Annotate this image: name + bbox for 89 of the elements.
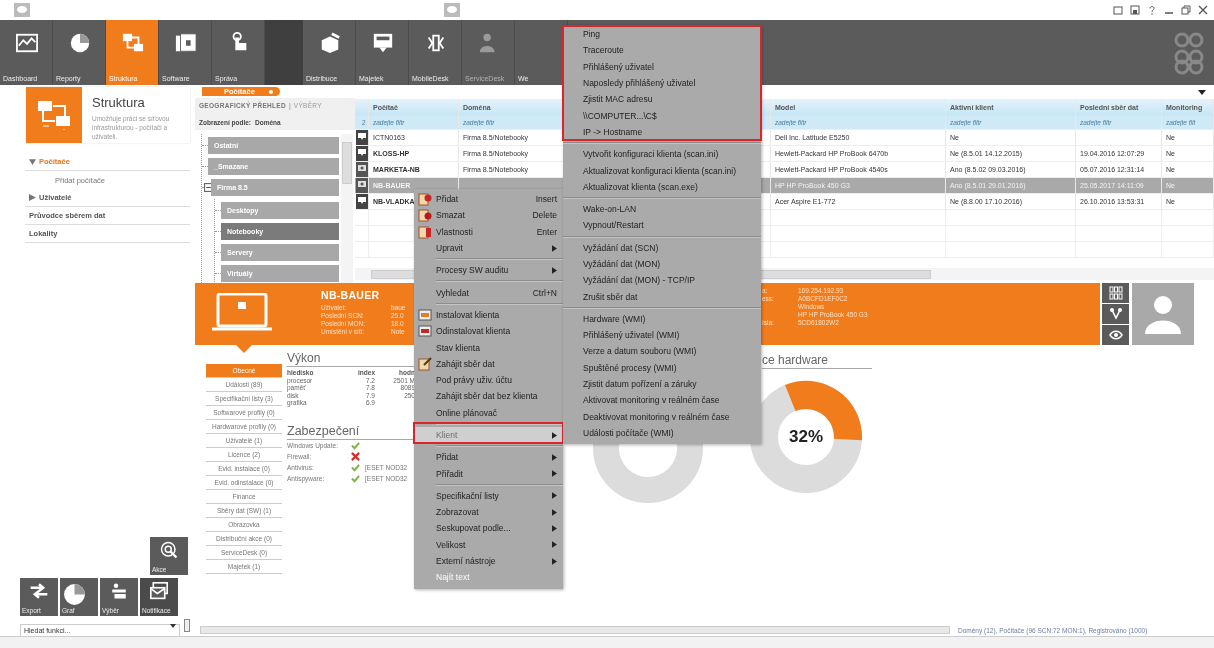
- help-icon[interactable]: [1147, 5, 1157, 15]
- computer-name: NB-BAUER: [321, 289, 381, 301]
- monitor-icon: [356, 194, 368, 209]
- menu-item[interactable]: Vyžádání dat (MON): [563, 255, 761, 273]
- menu-item[interactable]: Aktualizovat klienta (scan.exe): [563, 178, 761, 195]
- window-icon[interactable]: [1113, 5, 1123, 15]
- collapsed-caret-icon: [29, 194, 36, 201]
- caret-icon: [552, 525, 557, 532]
- menu-item[interactable]: Zjistit MAC adresu: [563, 91, 761, 108]
- eye-icon: [1108, 328, 1123, 342]
- line-chart-icon: [15, 32, 38, 54]
- monitor-icon: [356, 130, 368, 145]
- add-document-icon: [418, 192, 432, 207]
- pie-chart-icon: [68, 32, 91, 54]
- monitor-eye-icon: [356, 162, 368, 177]
- eye-button[interactable]: [1102, 325, 1129, 345]
- menu-item[interactable]: Deaktivovat monitoring v reálném čase: [563, 408, 761, 425]
- menu-item[interactable]: Vyžádání dat (SCN): [563, 239, 761, 256]
- menu-item[interactable]: Vypnout/Restart: [563, 217, 761, 234]
- menu-item[interactable]: Pod právy uživ. účtu: [414, 371, 563, 389]
- delete-document-icon: [418, 208, 432, 223]
- monitor-eye-icon: [356, 178, 368, 193]
- menu-item[interactable]: Vyhledat Ctrl+N: [414, 284, 563, 301]
- chart-value: 32%: [789, 427, 823, 447]
- menu-item[interactable]: Seskupovat podle...: [414, 520, 563, 537]
- toolbar-gap: [265, 20, 303, 85]
- menu-item[interactable]: Externí nástroje: [414, 552, 563, 570]
- menu-item[interactable]: Spuštěné procesy (WMI): [563, 359, 761, 376]
- restore-icon[interactable]: [1181, 5, 1191, 15]
- menu-item[interactable]: Smazat Delete: [414, 207, 563, 224]
- module-title: Struktura: [92, 95, 146, 110]
- menu-item[interactable]: Velikost: [414, 536, 563, 553]
- avatar-placeholder: [1132, 283, 1194, 345]
- expanded-caret-icon: [29, 158, 36, 165]
- menu-item[interactable]: Zjistit datum pořízení a záruky: [563, 375, 761, 393]
- monitor-icon: [371, 32, 394, 54]
- menu-item[interactable]: Specifikační listy: [414, 487, 563, 505]
- menu-item[interactable]: Procesy SW auditu: [414, 262, 563, 279]
- network-icon: [121, 32, 144, 54]
- folder-icon: [174, 32, 197, 54]
- menu-item[interactable]: Vytvořit konfiguraci klienta (scan.ini): [563, 146, 761, 163]
- splitter-handle[interactable]: [184, 619, 190, 632]
- menu-item[interactable]: Vlastnosti Enter: [414, 223, 563, 240]
- properties-document-icon: [418, 224, 432, 239]
- collect-data-icon: [418, 356, 432, 371]
- caret-icon: [552, 470, 557, 478]
- menu-item[interactable]: Online plánovač: [414, 404, 563, 421]
- dropdown-caret-icon[interactable]: [170, 624, 176, 628]
- menu-item[interactable]: Zrušit sběr dat: [563, 288, 761, 305]
- close-icon[interactable]: [1198, 5, 1208, 15]
- network-button[interactable]: [1102, 304, 1129, 324]
- caret-icon: [552, 453, 557, 461]
- menu-item[interactable]: Verze a datum souboru (WMI): [563, 343, 761, 360]
- dropdown-caret-icon[interactable]: [1198, 90, 1206, 95]
- network-icon: [1108, 307, 1123, 321]
- monitor-icon: [356, 146, 368, 161]
- menu-item[interactable]: Vyžádání dat (MON) - TCP/IP: [563, 272, 761, 289]
- menu-item[interactable]: Přidat Insert: [414, 191, 563, 208]
- pie-chart-icon: [62, 582, 87, 607]
- menu-item[interactable]: Upravit: [414, 239, 563, 257]
- stack-icon: [109, 582, 129, 600]
- menu-item[interactable]: Události počítače (WMI): [563, 424, 761, 442]
- menu-item[interactable]: Instalovat klienta: [414, 306, 563, 324]
- caret-icon: [552, 431, 557, 439]
- mail-icon: [149, 582, 169, 600]
- menu-item[interactable]: Přihlášený uživatel (WMI): [563, 327, 761, 344]
- menu-item[interactable]: Přiřadit: [414, 465, 563, 482]
- grid-button[interactable]: [1102, 283, 1129, 303]
- target-icon: [159, 541, 179, 559]
- menu-item[interactable]: Odinstalovat klienta: [414, 323, 563, 340]
- uninstall-icon: [418, 324, 432, 339]
- install-icon: [418, 307, 432, 322]
- menu-item[interactable]: Zahájit sběr dat bez klienta: [414, 388, 563, 405]
- menu-item[interactable]: Zobrazovat: [414, 504, 563, 521]
- caret-icon: [552, 244, 557, 252]
- scrollbar[interactable]: [200, 626, 950, 634]
- section-heading: ce hardware: [762, 353, 872, 369]
- save-icon[interactable]: [1130, 5, 1140, 15]
- scrollbar[interactable]: [341, 134, 353, 285]
- grid-icon: [1108, 286, 1123, 300]
- menu-item[interactable]: Stav klienta: [414, 339, 563, 356]
- arrows-icon: [29, 582, 49, 600]
- menu-item[interactable]: Aktualizovat konfiguraci klienta (scan.ini): [563, 162, 761, 179]
- menu-item[interactable]: Aktivovat monitoring v reálném čase: [563, 392, 761, 409]
- laptop-icon: [211, 293, 273, 333]
- caret-icon: [552, 266, 557, 274]
- menu-item[interactable]: Zahájit sběr dat: [414, 355, 563, 372]
- menu-item[interactable]: Přidat: [414, 449, 563, 466]
- menu-item[interactable]: Hardware (WMI): [563, 310, 761, 328]
